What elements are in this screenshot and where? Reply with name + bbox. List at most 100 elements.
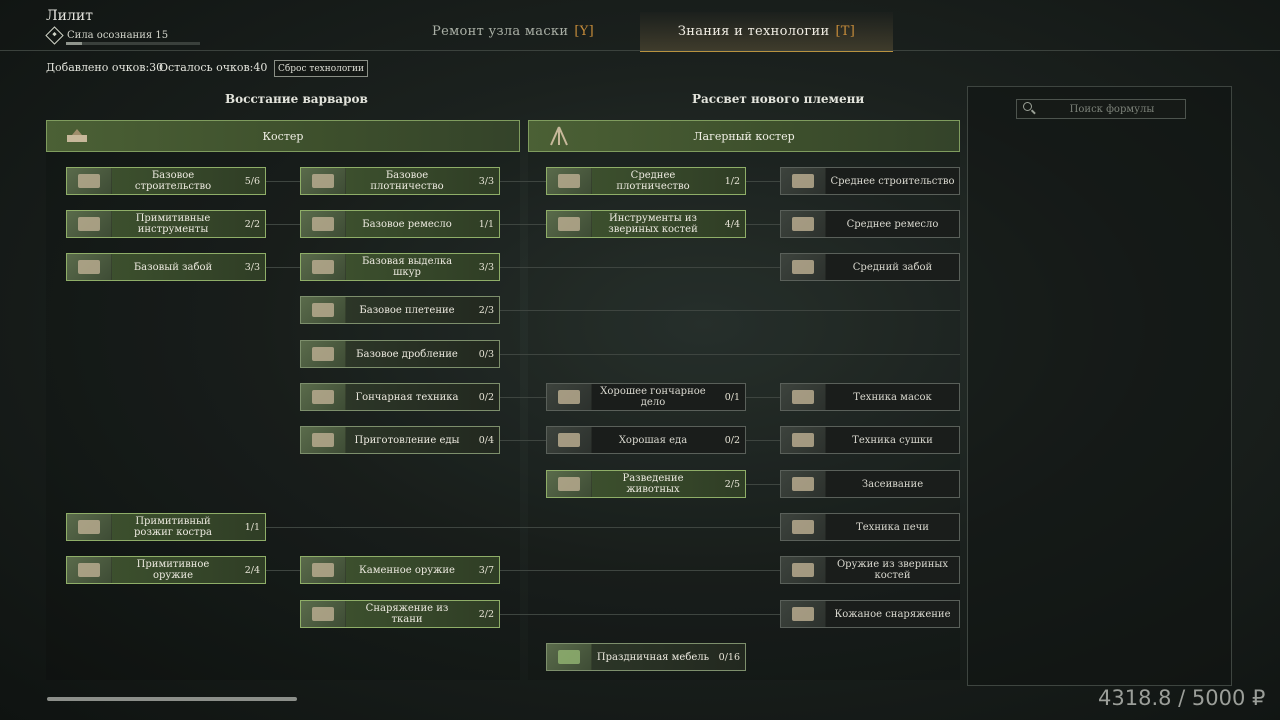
- awareness-text: Сила осознания 15: [67, 30, 169, 41]
- mask-icon: [781, 384, 826, 410]
- tech-node-label: Хорошая еда: [618, 434, 688, 446]
- points-added: Добавлено очков:30: [46, 61, 164, 74]
- tech-node-primitive-tools[interactable]: Примитивные инструменты 2/2: [66, 210, 266, 238]
- formula-search-input[interactable]: [1039, 102, 1185, 116]
- tech-node-count: 2/2: [478, 608, 494, 620]
- tech-node-count: 0/1: [724, 391, 740, 403]
- tech-node-label: Каменное оружие: [359, 564, 455, 576]
- header-divider: [0, 50, 1280, 51]
- tech-node-basic-crushing[interactable]: Базовое дробление 0/3: [300, 340, 500, 368]
- tech-node-medium-carpentry[interactable]: Среднее плотничество 1/2: [546, 167, 746, 195]
- tech-node-primitive-weapons[interactable]: Примитивное оружие 2/4: [66, 556, 266, 584]
- axe-icon: [67, 211, 112, 237]
- tech-node-count: 2/4: [244, 564, 260, 576]
- formula-search-panel: [967, 86, 1232, 686]
- tech-node-label: Гончарная техника: [355, 391, 459, 403]
- root-node-camp-fire[interactable]: Лагерный костер: [528, 120, 960, 152]
- tech-node-label: Примитивное оружие: [136, 559, 210, 581]
- tech-node-bone-weapons[interactable]: Оружие из звериных костей: [780, 556, 960, 584]
- root-node-campfire-label: Костер: [262, 129, 304, 143]
- tech-node-label: Праздничная мебель: [596, 651, 710, 663]
- tech-node-primitive-fire[interactable]: Примитивный розжиг костра 1/1: [66, 513, 266, 541]
- tech-node-medium-construction[interactable]: Среднее строительство: [780, 167, 960, 195]
- tech-node-basic-slaughter[interactable]: Базовый забой 3/3: [66, 253, 266, 281]
- points-left: Осталось очков:40: [159, 61, 268, 74]
- tech-node-count: 3/3: [478, 261, 494, 273]
- tech-node-label: Примитивный розжиг костра: [134, 516, 212, 538]
- tech-node-count: 3/7: [478, 564, 494, 576]
- tech-node-count: 1/1: [244, 521, 260, 533]
- oven-icon: [781, 514, 826, 540]
- tech-node-basic-tanning[interactable]: Базовая выделка шкур 3/3: [300, 253, 500, 281]
- formula-search-box[interactable]: [1016, 99, 1186, 119]
- festive-tree-icon: [547, 644, 592, 670]
- stove-icon: [547, 427, 592, 453]
- tech-node-good-pottery[interactable]: Хорошее гончарное дело 0/1: [546, 383, 746, 411]
- tech-node-label: Среднее ремесло: [846, 218, 939, 230]
- search-icon: [1021, 100, 1039, 118]
- tech-node-label: Примитивные инструменты: [135, 213, 211, 235]
- tech-node-sowing[interactable]: Засеивание: [780, 470, 960, 498]
- tech-node-count: 0/16: [718, 651, 740, 663]
- tech-node-animal-breeding[interactable]: Разведение животных 2/5: [546, 470, 746, 498]
- slaughter-icon: [67, 254, 112, 280]
- tech-node-label: Базовая выделка шкур: [361, 256, 453, 278]
- tech-node-label: Базовое дробление: [356, 348, 458, 360]
- drying-rack-icon: [781, 427, 826, 453]
- tab-knowledge-tech[interactable]: Знания и технологии [T]: [640, 12, 893, 52]
- saw-icon: [547, 168, 592, 194]
- cooking-pot-icon: [301, 427, 346, 453]
- tech-node-label: Инструменты из звериных костей: [608, 213, 698, 235]
- tech-node-count: 2/2: [244, 218, 260, 230]
- tech-node-good-food[interactable]: Хорошая еда 0/2: [546, 426, 746, 454]
- spear-icon: [67, 557, 112, 583]
- tech-node-count: 2/5: [724, 478, 740, 490]
- tech-node-stone-weapons[interactable]: Каменное оружие 3/7: [300, 556, 500, 584]
- awareness-label: Сила осознания 15: [45, 26, 169, 45]
- animal-pen-icon: [547, 471, 592, 497]
- tech-node-leather-gear[interactable]: Кожаное снаряжение: [780, 600, 960, 628]
- tech-node-label: Техника масок: [853, 391, 932, 403]
- tech-node-label: Разведение животных: [622, 473, 684, 495]
- tech-node-cloth-gear[interactable]: Снаряжение из ткани 2/2: [300, 600, 500, 628]
- camp-fire-icon: [529, 121, 589, 151]
- budget-readout: 4318.8 / 5000 ₽: [1098, 686, 1266, 710]
- tech-node-label: Оружие из звериных костей: [836, 559, 949, 581]
- tech-node-label: Средний забой: [852, 261, 933, 273]
- tech-node-festive-furniture[interactable]: Праздничная мебель 0/16: [546, 643, 746, 671]
- tab-mask-repair[interactable]: Ремонт узла маски [Y]: [400, 12, 626, 50]
- slaughter-icon: [781, 254, 826, 280]
- tech-node-basic-carpentry[interactable]: Базовое плотничество 3/3: [300, 167, 500, 195]
- player-name: Лилит: [46, 8, 93, 24]
- tech-node-medium-slaughter[interactable]: Средний забой: [780, 253, 960, 281]
- tech-node-cooking[interactable]: Приготовление еды 0/4: [300, 426, 500, 454]
- tech-node-label: Базовое ремесло: [362, 218, 452, 230]
- tab-knowledge-tech-hotkey: [T]: [835, 23, 856, 39]
- tech-node-mask-technique[interactable]: Техника масок: [780, 383, 960, 411]
- tech-node-label: Базовое плетение: [359, 304, 455, 316]
- tech-node-basic-construction[interactable]: Базовое строительство 5/6: [66, 167, 266, 195]
- tech-node-count: 3/3: [244, 261, 260, 273]
- tech-node-label: Снаряжение из ткани: [365, 603, 449, 625]
- tech-node-oven-technique[interactable]: Техника печи: [780, 513, 960, 541]
- tech-node-basic-weaving[interactable]: Базовое плетение 2/3: [300, 296, 500, 324]
- tech-node-bone-tools[interactable]: Инструменты из звериных костей 4/4: [546, 210, 746, 238]
- pottery-icon: [301, 384, 346, 410]
- loom-icon: [301, 297, 346, 323]
- root-node-campfire[interactable]: Костер: [46, 120, 520, 152]
- workbench-icon: [301, 211, 346, 237]
- tech-node-count: 5/6: [244, 175, 260, 187]
- tech-node-basic-crafting[interactable]: Базовое ремесло 1/1: [300, 210, 500, 238]
- tech-node-count: 0/3: [478, 348, 494, 360]
- tech-node-count: 3/3: [478, 175, 494, 187]
- tech-node-label: Базовое строительство: [134, 170, 212, 192]
- tech-node-count: 0/4: [478, 434, 494, 446]
- reset-tech-button[interactable]: Сброс технологии: [274, 60, 368, 77]
- tech-node-pottery[interactable]: Гончарная техника 0/2: [300, 383, 500, 411]
- tech-node-medium-crafting[interactable]: Среднее ремесло: [780, 210, 960, 238]
- bone-axe-icon: [547, 211, 592, 237]
- tech-node-drying-technique[interactable]: Техника сушки: [780, 426, 960, 454]
- root-node-camp-fire-label: Лагерный костер: [693, 129, 795, 143]
- seed-bag-icon: [781, 471, 826, 497]
- horizontal-scrollbar[interactable]: [47, 697, 297, 701]
